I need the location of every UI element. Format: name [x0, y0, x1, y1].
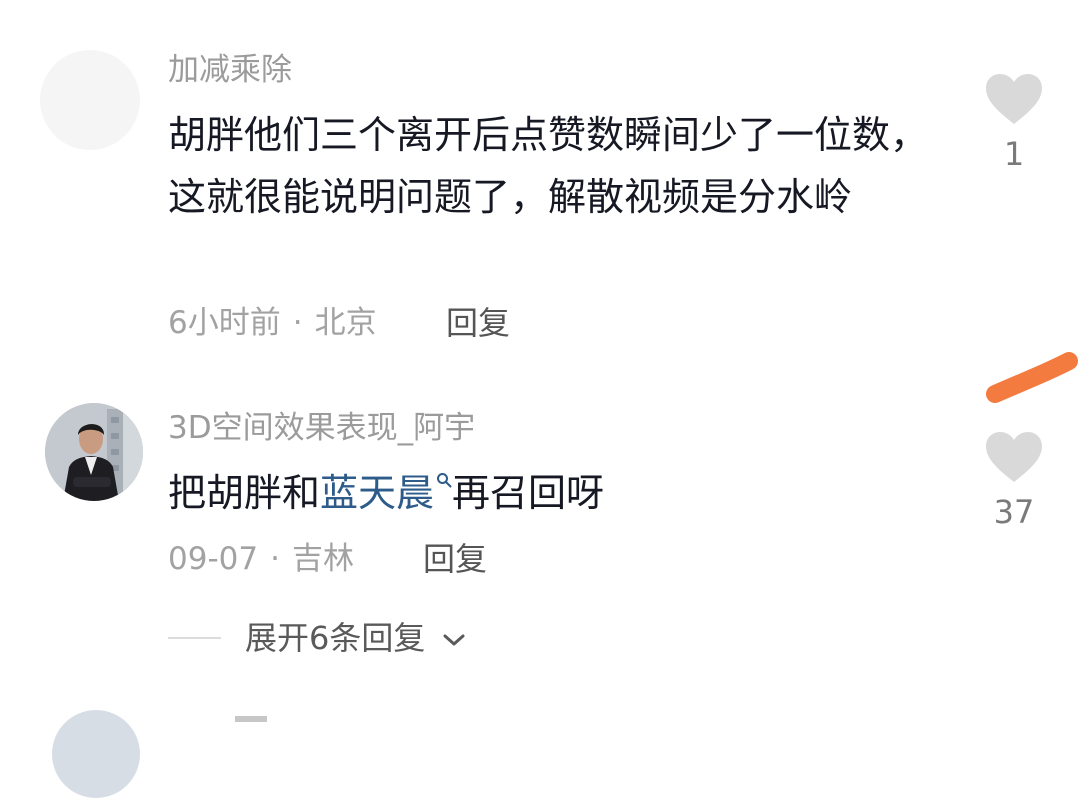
comment-time: 09-07 [168, 541, 259, 577]
reply-button[interactable]: 回复 [423, 539, 487, 579]
avatar-image [45, 403, 143, 501]
comment-text-suffix: 再召回呀 [452, 471, 605, 515]
comment-text: 胡胖他们三个离开后点赞数瞬间少了一位数，这就很能说明问题了，解散视频是分水岭 [168, 113, 929, 219]
avatar[interactable] [40, 50, 140, 150]
avatar[interactable] [45, 403, 143, 501]
comment-meta: 09-07 · 吉林 [168, 539, 354, 579]
search-icon[interactable] [436, 472, 452, 488]
like-count: 1 [1003, 135, 1025, 173]
heart-icon [986, 432, 1042, 482]
like-count: 37 [993, 493, 1035, 531]
chevron-down-icon [443, 634, 465, 646]
comment-text-prefix: 把胡胖和 [168, 471, 321, 515]
comment-username[interactable]: 3D空间效果表现_阿宇 [168, 408, 475, 448]
comment-username[interactable] [235, 716, 267, 722]
reply-button[interactable]: 回复 [446, 303, 510, 343]
heart-icon [986, 74, 1042, 124]
like-button[interactable]: 37 [979, 430, 1049, 532]
expand-replies-label: 展开6条回复 [245, 619, 426, 657]
meta-separator: · [292, 305, 303, 341]
search-link[interactable]: 蓝天晨 [320, 471, 434, 515]
expand-replies-button[interactable]: 展开6条回复 [245, 618, 466, 658]
avatar[interactable] [52, 710, 140, 798]
comment-meta: 6小时前 · 北京 [168, 303, 377, 343]
comment-location: 北京 [314, 305, 377, 341]
comment-location: 吉林 [291, 541, 354, 577]
like-button[interactable]: 1 [979, 72, 1049, 174]
expand-divider [168, 637, 221, 639]
comment-username[interactable]: 加减乘除 [168, 50, 292, 90]
meta-separator: · [270, 541, 280, 577]
comment-time: 6小时前 [168, 305, 281, 341]
comment-text: 把胡胖和蓝天晨 再召回呀 [168, 462, 958, 524]
